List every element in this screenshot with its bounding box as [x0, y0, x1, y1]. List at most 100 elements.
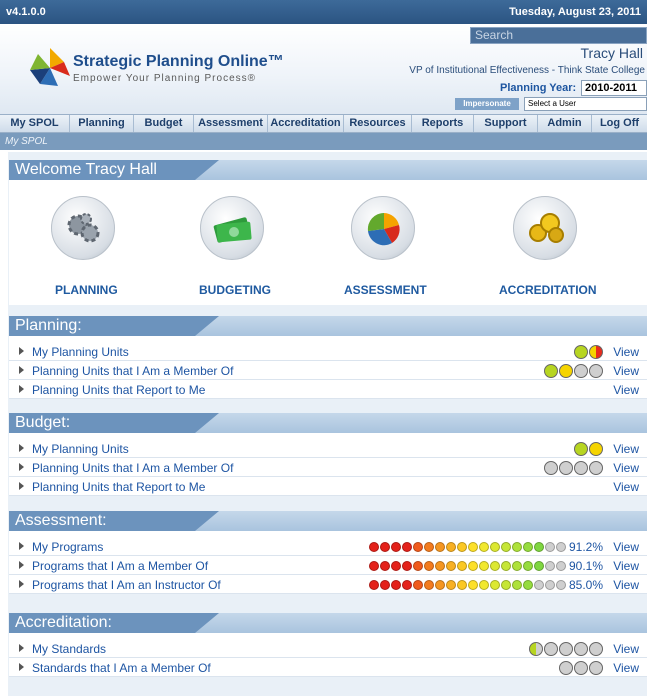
planning-year-select[interactable]: 2010-2011	[581, 80, 647, 96]
search-input[interactable]: Search	[470, 27, 647, 44]
expand-arrow-icon[interactable]	[19, 347, 24, 355]
row-link[interactable]: Planning Units that Report to Me	[32, 383, 205, 397]
row-link[interactable]: Programs that I Am an Instructor Of	[32, 578, 221, 592]
view-link[interactable]: View	[613, 559, 639, 573]
status-dot	[478, 580, 489, 590]
section-row: Planning Units that I Am a Member Of View	[9, 458, 647, 477]
section-header: Budget:	[9, 413, 647, 433]
nav-admin[interactable]: Admin	[538, 115, 592, 132]
expand-arrow-icon[interactable]	[19, 663, 24, 671]
nav-assessment[interactable]: Assessment	[194, 115, 268, 132]
expand-arrow-icon[interactable]	[19, 580, 24, 588]
status-dot	[559, 461, 573, 475]
status-dot	[445, 542, 456, 552]
row-link[interactable]: Planning Units that I Am a Member Of	[32, 364, 233, 378]
status-dot	[533, 561, 544, 571]
status-dot	[478, 561, 489, 571]
view-link[interactable]: View	[613, 540, 639, 554]
status-dots: 91.2%	[368, 540, 603, 554]
view-link[interactable]: View	[613, 661, 639, 675]
status-dot	[574, 642, 588, 656]
accreditation-label[interactable]: ACCREDITATION	[499, 283, 597, 297]
expand-arrow-icon[interactable]	[19, 444, 24, 452]
budgeting-money-icon[interactable]	[200, 196, 264, 260]
view-link[interactable]: View	[613, 345, 639, 359]
status-dot	[379, 580, 390, 590]
section-row: My Planning Units View	[9, 439, 647, 458]
view-link[interactable]: View	[613, 480, 639, 494]
accreditation-medal-icon[interactable]	[513, 196, 577, 260]
status-dot	[489, 561, 500, 571]
expand-arrow-icon[interactable]	[19, 542, 24, 550]
section-2-panel: Assessment: My Programs View 91.2% Programs …	[9, 511, 647, 594]
row-link[interactable]: Programs that I Am a Member Of	[32, 559, 208, 573]
row-link[interactable]: My Planning Units	[32, 345, 129, 359]
logo-title: Strategic Planning Online™	[73, 53, 284, 70]
view-link[interactable]: View	[613, 578, 639, 592]
impersonate-user-select[interactable]: Select a User	[524, 97, 647, 111]
nav-reports[interactable]: Reports	[412, 115, 474, 132]
row-link[interactable]: Standards that I Am a Member Of	[32, 661, 211, 675]
status-dots: 85.0%	[368, 578, 603, 592]
section-row: My Standards View	[9, 639, 647, 658]
row-link[interactable]: Planning Units that Report to Me	[32, 480, 205, 494]
expand-arrow-icon[interactable]	[19, 463, 24, 471]
status-dot	[544, 561, 555, 571]
status-dot	[544, 461, 558, 475]
section-1-panel: Budget: My Planning Units View Planning Uni…	[9, 413, 647, 496]
status-dot	[401, 542, 412, 552]
status-dot	[412, 542, 423, 552]
status-dot	[390, 580, 401, 590]
status-dot	[559, 661, 573, 675]
breadcrumb: My SPOL	[0, 133, 647, 150]
nav-planning[interactable]: Planning	[70, 115, 134, 132]
nav-support[interactable]: Support	[474, 115, 538, 132]
status-dot	[412, 580, 423, 590]
welcome-panel: Welcome Tracy Hall PLANNING BUDGETING AS…	[9, 160, 647, 305]
nav-accreditation[interactable]: Accreditation	[268, 115, 344, 132]
nav-log-off[interactable]: Log Off	[592, 115, 647, 132]
view-link[interactable]: View	[613, 383, 639, 397]
nav-budget[interactable]: Budget	[134, 115, 194, 132]
status-dot	[467, 542, 478, 552]
section-header: Planning:	[9, 316, 647, 336]
status-dot	[533, 542, 544, 552]
row-link[interactable]: My Standards	[32, 642, 106, 656]
row-link[interactable]: My Programs	[32, 540, 103, 554]
view-link[interactable]: View	[613, 442, 639, 456]
status-dot	[589, 364, 603, 378]
user-title: VP of Institutional Effectiveness - Thin…	[409, 65, 645, 76]
row-link[interactable]: Planning Units that I Am a Member Of	[32, 461, 233, 475]
nav-my-spol[interactable]: My SPOL	[0, 115, 70, 132]
section-row: Standards that I Am a Member Of View	[9, 658, 647, 677]
status-dot	[555, 542, 566, 552]
status-dot	[368, 561, 379, 571]
section-row: Programs that I Am a Member Of View 90.1%	[9, 556, 647, 575]
status-dot	[423, 580, 434, 590]
section-title: Planning:	[15, 317, 82, 334]
status-dot	[589, 442, 603, 456]
status-dots: 90.1%	[368, 559, 603, 573]
view-link[interactable]: View	[613, 364, 639, 378]
row-link[interactable]: My Planning Units	[32, 442, 129, 456]
status-dot	[511, 561, 522, 571]
budgeting-label[interactable]: BUDGETING	[199, 283, 271, 297]
expand-arrow-icon[interactable]	[19, 385, 24, 393]
welcome-header: Welcome Tracy Hall	[9, 160, 647, 180]
planning-gears-icon[interactable]	[51, 196, 115, 260]
impersonate-button[interactable]: Impersonate	[455, 98, 519, 110]
view-link[interactable]: View	[613, 642, 639, 656]
status-dot	[368, 580, 379, 590]
assessment-label[interactable]: ASSESSMENT	[344, 283, 427, 297]
status-dot	[544, 542, 555, 552]
view-link[interactable]: View	[613, 461, 639, 475]
expand-arrow-icon[interactable]	[19, 561, 24, 569]
planning-label[interactable]: PLANNING	[55, 283, 118, 297]
status-dots	[543, 364, 603, 378]
status-dots	[558, 661, 603, 675]
expand-arrow-icon[interactable]	[19, 644, 24, 652]
expand-arrow-icon[interactable]	[19, 366, 24, 374]
expand-arrow-icon[interactable]	[19, 482, 24, 490]
assessment-pie-chart-icon[interactable]	[351, 196, 415, 260]
nav-resources[interactable]: Resources	[344, 115, 412, 132]
